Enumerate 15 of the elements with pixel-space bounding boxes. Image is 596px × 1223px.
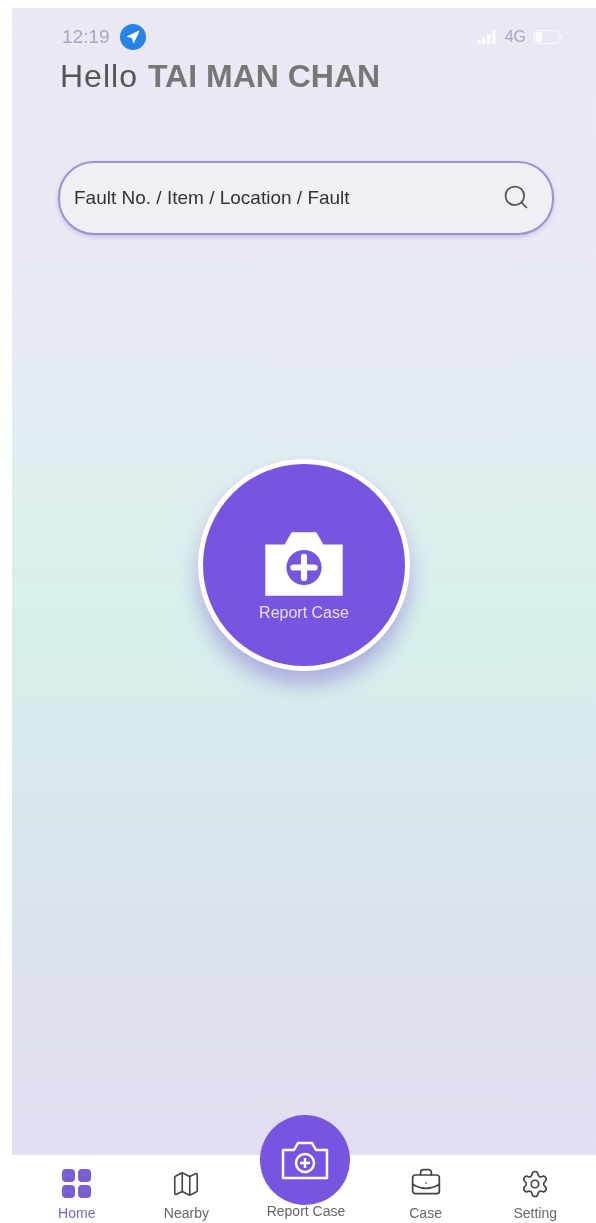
nav-label: Report Case <box>265 1203 347 1221</box>
nav-tab[interactable]: Setting <box>490 1169 581 1221</box>
network-type: 4G <box>504 28 526 46</box>
search-field[interactable]: Fault No. / Item / Location / Fault <box>58 161 554 235</box>
nav-tab[interactable]: Nearby <box>141 1169 232 1221</box>
status-time: 12:19 <box>62 26 110 48</box>
report-case-button[interactable]: Report Case <box>198 459 410 671</box>
grid-icon <box>61 1169 92 1199</box>
greeting-text: Hello <box>60 58 138 95</box>
location-icon <box>119 24 146 50</box>
nav-tab[interactable]: Case <box>380 1167 471 1221</box>
user-name: TAI MAN CHAN <box>147 58 381 95</box>
search-icon <box>502 183 530 211</box>
nav-tab[interactable]: Home <box>31 1169 122 1221</box>
camera-plus-icon <box>280 1140 330 1180</box>
